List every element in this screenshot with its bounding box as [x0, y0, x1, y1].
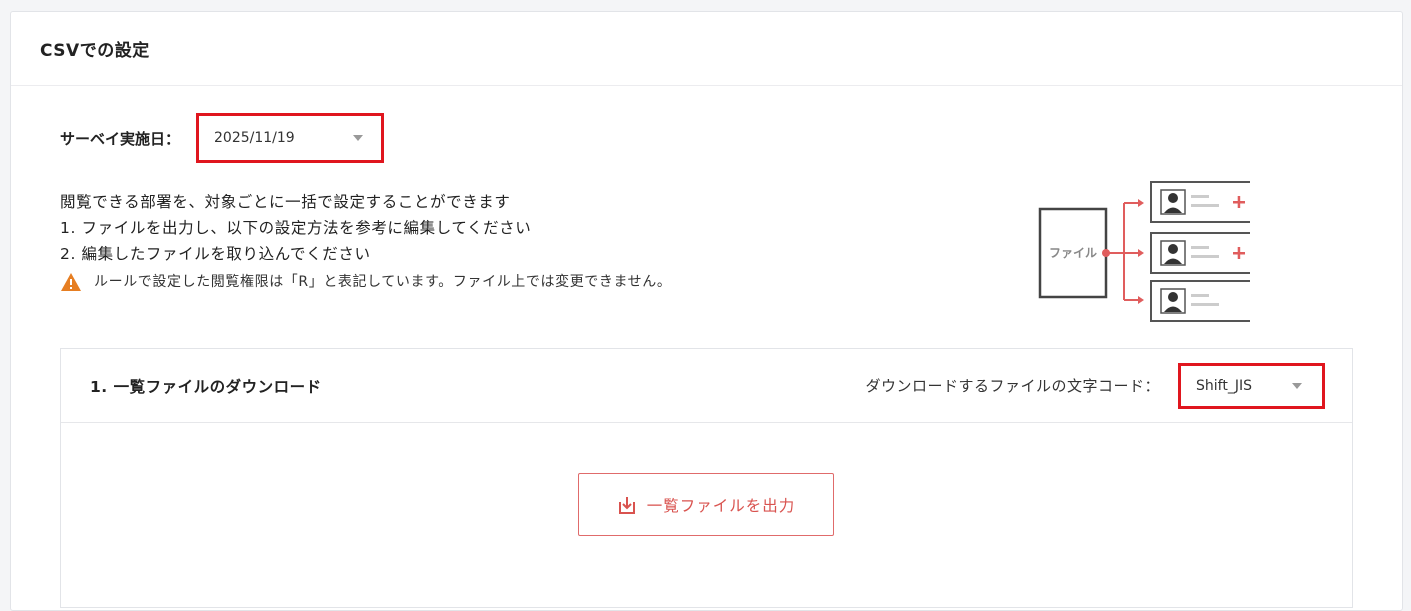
- file-distribution-illustration: ファイル: [1038, 180, 1258, 326]
- download-icon: [618, 496, 635, 514]
- description-line: 閲覧できる部署を、対象ごとに一括で設定することができます: [60, 193, 511, 211]
- description-line: 1. ファイルを出力し、以下の設定方法を参考に編集してください: [60, 219, 532, 237]
- export-button-label: 一覧ファイルを出力: [646, 496, 796, 515]
- encoding-select[interactable]: Shift_JIS: [1178, 362, 1325, 409]
- description: 閲覧できる部署を、対象ごとに一括で設定することができます 1. ファイルを出力し…: [60, 189, 672, 295]
- card-title: CSVでの設定: [40, 41, 150, 61]
- description-line: 2. 編集したファイルを取り込んでください: [60, 245, 371, 263]
- export-list-button[interactable]: 一覧ファイルを出力: [578, 473, 834, 536]
- encoding-row: ダウンロードするファイルの文字コード： Shift_JIS: [865, 362, 1325, 409]
- encoding-value: Shift_JIS: [1196, 377, 1252, 394]
- caret-down-icon: [353, 135, 364, 141]
- download-section: 1. 一覧ファイルのダウンロード ダウンロードするファイルの文字コード： Shi…: [60, 348, 1353, 608]
- card-header: CSVでの設定: [11, 12, 1402, 86]
- survey-date-value: 2025/11/19: [214, 130, 295, 146]
- survey-date-label: サーベイ実施日：: [60, 129, 181, 148]
- survey-date-row: サーベイ実施日： 2025/11/19: [60, 113, 385, 163]
- caret-down-icon: [1292, 382, 1302, 389]
- warning-icon: [61, 273, 81, 291]
- encoding-label: ダウンロードするファイルの文字コード：: [865, 377, 1160, 395]
- warning-row: ルールで設定した閲覧権限は「R」と表記しています。ファイル上では変更できません。: [60, 269, 672, 295]
- survey-date-select[interactable]: 2025/11/19: [196, 113, 385, 163]
- illustration-file-label: ファイル: [1049, 246, 1097, 260]
- warning-text: ルールで設定した閲覧権限は「R」と表記しています。ファイル上では変更できません。: [94, 274, 672, 290]
- csv-settings-card: CSVでの設定 サーベイ実施日： 2025/11/19 閲覧できる部署を、対象ご…: [10, 11, 1403, 611]
- download-section-title: 1. 一覧ファイルのダウンロード: [90, 377, 322, 396]
- download-section-header: 1. 一覧ファイルのダウンロード ダウンロードするファイルの文字コード： Shi…: [61, 349, 1352, 423]
